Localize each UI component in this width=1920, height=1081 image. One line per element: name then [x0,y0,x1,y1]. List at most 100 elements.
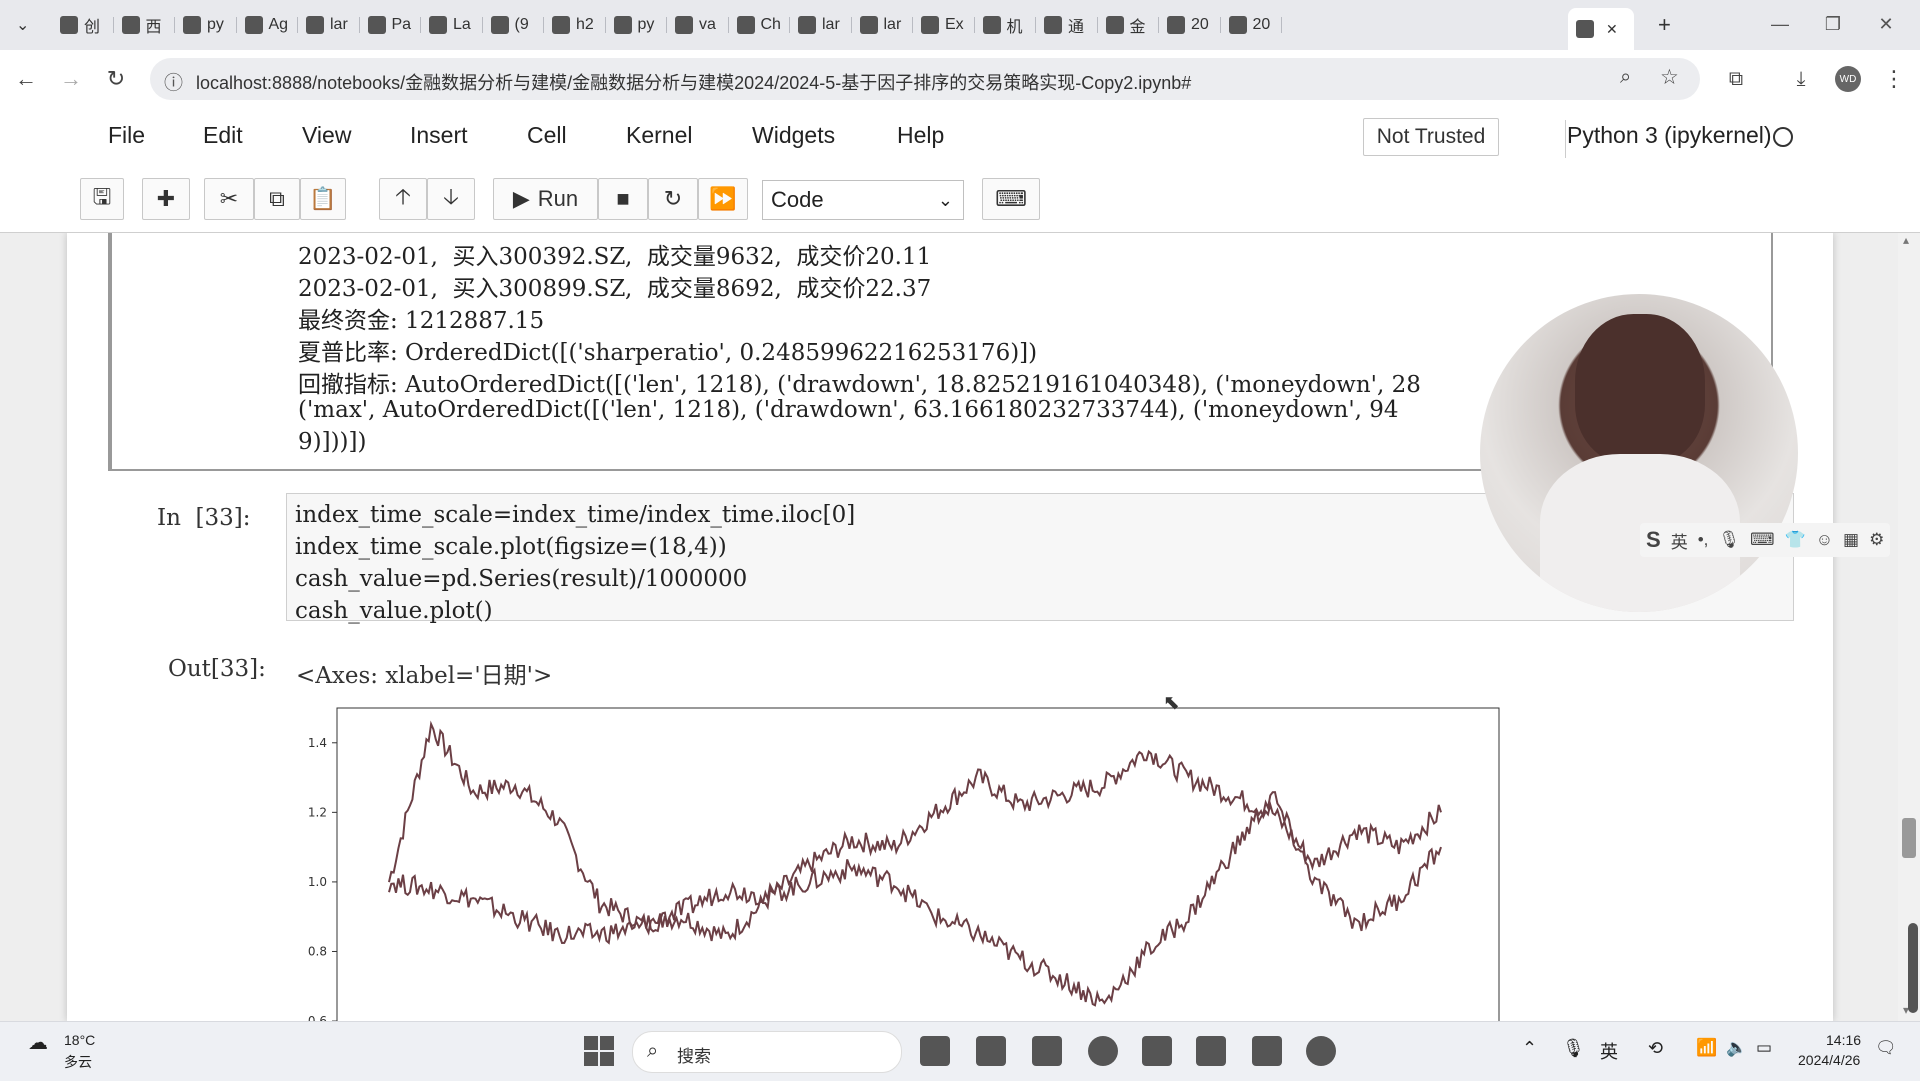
volume-icon[interactable]: 🔈 [1726,1038,1747,1058]
skin-icon[interactable]: 👕 [1785,530,1806,550]
scrollbar[interactable]: ▴ ▾ [1898,233,1920,1021]
weather-temp[interactable]: 18°C [64,1032,95,1048]
cell-type-select[interactable]: Code ⌄ [762,180,964,220]
browser-tab[interactable]: 通 [1036,8,1098,42]
task-view-icon[interactable] [920,1036,950,1066]
menu-item-widgets[interactable]: Widgets [752,122,835,149]
menu-item-edit[interactable]: Edit [203,122,243,149]
menu-item-help[interactable]: Help [897,122,944,149]
insert-cell-button[interactable]: ✚ [142,178,190,220]
menu-item-kernel[interactable]: Kernel [626,122,692,149]
browser-tab[interactable]: ✕ [1568,8,1634,50]
taskbar-search[interactable]: ⌕ 搜索 [632,1031,902,1073]
menu-item-insert[interactable]: Insert [410,122,468,149]
browser-tab[interactable]: h2 [544,8,606,42]
ime-toolbar[interactable]: S 英 •, 🎙 ⌨ 👕 ☺ ▦ ⚙ [1640,523,1890,557]
recorder-icon[interactable] [1306,1036,1336,1066]
browser-tab[interactable]: va [667,8,729,42]
minimize-button[interactable]: — [1760,10,1800,38]
microphone-icon[interactable]: 🎙 [1562,1038,1585,1059]
battery-icon[interactable]: ▭ [1756,1038,1772,1058]
wifi-icon[interactable]: 📶 [1696,1038,1717,1058]
browser-tab[interactable]: lar [852,8,913,42]
clock-time[interactable]: 14:16 [1826,1032,1861,1048]
browser-tab[interactable]: py [606,8,667,42]
restart-run-all-button[interactable]: ⏩ [698,178,748,220]
reload-button[interactable]: ↻ [100,63,132,95]
browser-tab[interactable]: Ex [913,8,975,42]
app-icon[interactable] [1196,1036,1226,1066]
restart-button[interactable]: ↻ [648,178,698,220]
kernel-name[interactable]: Python 3 (ipykernel) [1567,122,1772,149]
scroll-up-icon[interactable]: ▴ [1903,233,1909,247]
scrollbar-thumb[interactable] [1902,818,1916,858]
maximize-button[interactable]: ❐ [1813,10,1853,38]
punctuation-icon[interactable]: •, [1698,530,1709,550]
browser-tab[interactable]: 创 [52,8,114,42]
wps-icon[interactable] [1252,1036,1282,1066]
toolbox-icon[interactable]: ▦ [1843,530,1859,550]
close-window-button[interactable]: ✕ [1866,10,1906,38]
folder-icon[interactable] [976,1036,1006,1066]
code-line[interactable]: index_time_scale.plot(figsize=(18,4)) [295,534,727,560]
menu-item-cell[interactable]: Cell [527,122,567,149]
forward-button[interactable]: → [55,63,87,95]
browser-tab[interactable]: 机 [975,8,1036,42]
chrome-icon[interactable] [1088,1036,1118,1066]
keyboard-icon[interactable]: ⌨ [1750,530,1775,550]
move-down-button[interactable]: 🡣 [427,178,475,220]
downloads-button[interactable]: ⤓ [1785,63,1817,95]
chevron-up-icon[interactable]: ⌃ [1522,1038,1537,1059]
site-info-icon[interactable]: ⓘ [164,68,183,95]
browser-tab[interactable]: 西 [114,8,175,42]
url-text[interactable]: localhost:8888/notebooks/金融数据分析与建模/金融数据分… [196,69,1191,95]
code-line[interactable]: index_time_scale=index_time/index_time.i… [295,502,855,528]
browser-tab[interactable]: Ch [729,8,790,42]
notification-icon[interactable]: 🗨 [1875,1038,1897,1058]
paste-button[interactable]: 📋 [300,178,346,220]
close-tab-icon[interactable]: ✕ [1606,21,1618,38]
trusted-indicator[interactable]: Not Trusted [1363,118,1499,156]
browser-tab[interactable]: La [421,8,483,42]
interrupt-button[interactable]: ■ [598,178,648,220]
microphone-icon[interactable]: 🎙 [1718,530,1740,550]
save-button[interactable]: 🖫 [80,178,124,220]
cut-button[interactable]: ✂ [204,178,254,220]
file-explorer-icon[interactable] [1032,1036,1062,1066]
menu-item-view[interactable]: View [302,122,351,149]
address-bar[interactable]: ⓘ localhost:8888/notebooks/金融数据分析与建模/金融数… [150,58,1700,100]
code-line[interactable]: cash_value.plot() [295,598,493,624]
settings-icon[interactable]: ⚙ [1869,530,1884,550]
start-button[interactable] [584,1036,614,1066]
browser-tab[interactable]: Pa [360,8,421,42]
ime-language[interactable]: 英 [1671,528,1688,553]
profile-button[interactable]: WD [1832,63,1864,95]
browser-tab[interactable]: lar [298,8,360,42]
command-palette-button[interactable]: ⌨ [982,178,1040,220]
clock-date[interactable]: 2024/4/26 [1798,1052,1860,1068]
weather-desc[interactable]: 多云 [64,1052,92,1072]
tab-search-button[interactable]: ⌄ [8,8,44,42]
browser-tab[interactable]: Ag [237,8,298,42]
browser-tab[interactable]: 20 [1221,8,1282,42]
zoom-icon[interactable]: ⌕ [1620,66,1631,89]
browser-tab[interactable]: 金 [1098,8,1159,42]
code-line[interactable]: cash_value=pd.Series(result)/1000000 [295,566,747,592]
emoji-icon[interactable]: ☺ [1816,530,1833,550]
new-tab-button[interactable]: + [1650,8,1680,42]
run-button[interactable]: ▶ Run [493,178,598,220]
menu-item-file[interactable]: File [108,122,145,149]
copy-button[interactable]: ⧉ [254,178,300,220]
ime-icon[interactable]: 英 [1600,1038,1618,1064]
browser-menu-button[interactable]: ⋮ [1878,63,1910,95]
browser-tab[interactable]: (9 [483,8,544,42]
move-up-button[interactable]: 🡡 [379,178,427,220]
weather-icon[interactable]: ☁ [28,1030,48,1055]
terminal-icon[interactable] [1142,1036,1172,1066]
extensions-button[interactable]: ⧉ [1720,63,1752,95]
browser-tab[interactable]: lar [790,8,852,42]
browser-tab[interactable]: 20 [1159,8,1221,42]
browser-tab[interactable]: py [175,8,237,42]
back-button[interactable]: ← [10,63,42,95]
bookmark-star-icon[interactable]: ☆ [1660,65,1679,90]
